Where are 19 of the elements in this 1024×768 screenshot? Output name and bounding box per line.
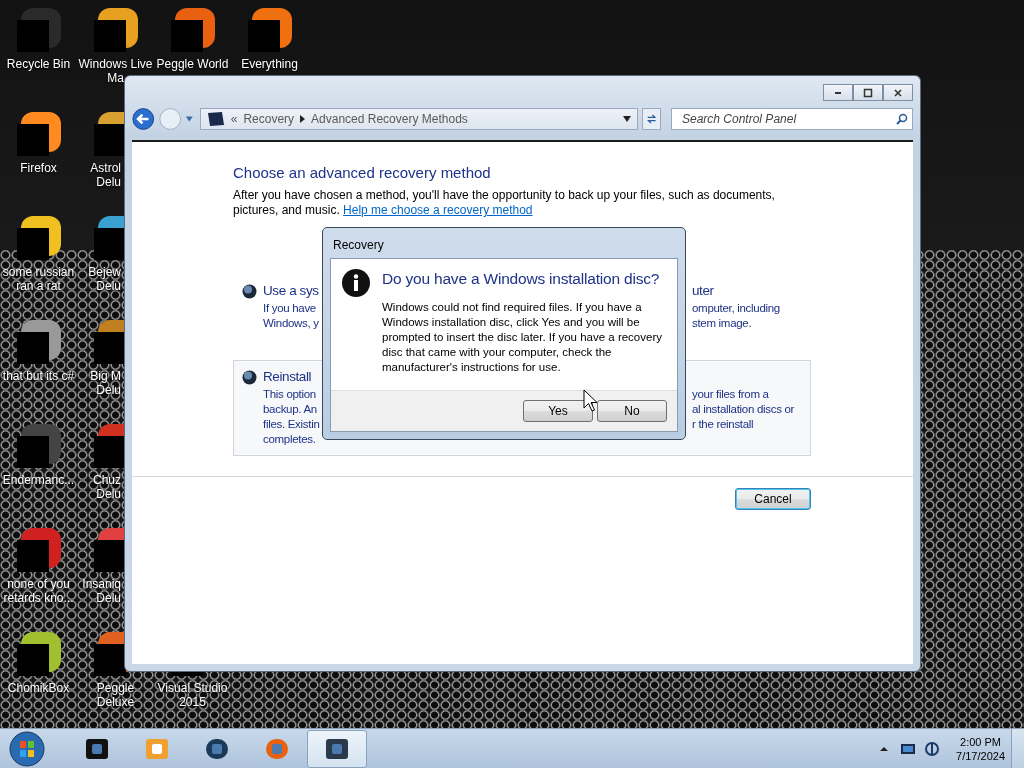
option-description: If you have (263, 301, 317, 316)
option-description: stem image. (692, 316, 753, 331)
option-description: files. Existin (263, 417, 321, 432)
option-title: Use a sys (263, 282, 320, 300)
option-description: backup. An (263, 402, 318, 417)
option-title: uter (692, 282, 715, 300)
option-description: your files from a (692, 387, 770, 402)
dialog-message: Windows could not find required files. If you have a Windows installation disc, click Yes and you will be prompted to insert the disc later. If you have a recovery disc that came with your computer, check the manufacturer's instructions for use. (382, 300, 663, 375)
option-description: al installation discs or (692, 402, 796, 417)
option-description: omputer, including (692, 301, 781, 316)
option-description: r the reinstall (692, 417, 755, 432)
option-description: This option (263, 387, 317, 402)
dialog-title: Recovery (332, 237, 385, 254)
option-description: Windows, y (263, 316, 320, 331)
dialog-heading: Do you have a Windows installation disc? (382, 270, 661, 288)
page-heading: Choose an advanced recovery method (233, 164, 492, 181)
option-description: completes. (263, 432, 317, 447)
intro-text: After you have chosen a method, you'll have the opportunity to back up your files, such as documents, pictures, and music. Help me choose a recovery method (233, 188, 776, 218)
option-title: Reinstall (263, 368, 313, 386)
